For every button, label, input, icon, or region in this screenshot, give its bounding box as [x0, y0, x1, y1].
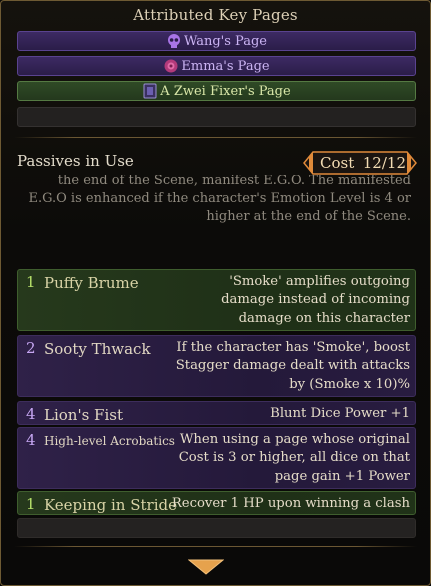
- passive-description: When using a page whose original Cost is…: [178, 432, 410, 484]
- passive-cost: 4: [26, 405, 36, 423]
- passive-empty-slot[interactable]: [17, 518, 416, 538]
- passive-cost: 1: [26, 495, 36, 513]
- passive-description: If the character has 'Smoke', boost Stag…: [175, 340, 410, 392]
- passive-name: High-level Acrobatics: [44, 434, 175, 448]
- skull-icon: [166, 33, 182, 49]
- passive-card-lions-fist[interactable]: 4 Lion's Fist Blunt Dice Power +1: [17, 401, 416, 425]
- passive-card-sooty-thwack[interactable]: 2 Sooty Thwack If the character has 'Smo…: [17, 335, 416, 397]
- passive-cost: 4: [26, 431, 36, 449]
- passive-card-keeping-in-stride[interactable]: 1 Keeping in Stride Recover 1 HP upon wi…: [17, 491, 416, 515]
- passive-name: Sooty Thwack: [44, 340, 151, 358]
- cost-value: 12/12: [362, 154, 406, 172]
- passive-description: Blunt Dice Power +1: [270, 406, 410, 421]
- key-page-label: A Zwei Fixer's Page: [160, 83, 291, 99]
- passive-description: Recover 1 HP upon winning a clash: [171, 496, 410, 511]
- scroll-down-arrow-icon[interactable]: [187, 558, 225, 580]
- rose-icon: [163, 58, 179, 74]
- key-page-wang[interactable]: Wang's Page: [17, 31, 416, 51]
- card-icon: [142, 83, 158, 99]
- section-divider: [14, 137, 417, 138]
- passive-name: Lion's Fist: [44, 406, 123, 424]
- key-page-empty-slot[interactable]: [17, 107, 416, 127]
- passive-card-high-level-acrobatics[interactable]: 4 High-level Acrobatics When using a pag…: [17, 427, 416, 489]
- key-page-zwei-fixer[interactable]: A Zwei Fixer's Page: [17, 81, 416, 101]
- passive-description-overflow: the end of the Scene, manifest E.G.O. Th…: [28, 175, 411, 225]
- passive-cost: 2: [26, 339, 36, 357]
- key-pages-title: Attributed Key Pages: [133, 6, 298, 24]
- passive-list[interactable]: the end of the Scene, manifest E.G.O. Th…: [17, 175, 416, 540]
- passive-description: 'Smoke' amplifies outgoing damage instea…: [221, 274, 410, 326]
- bottom-divider: [14, 546, 417, 547]
- cost-badge: Cost 12/12: [303, 151, 417, 175]
- key-page-label: Wang's Page: [184, 33, 267, 49]
- passive-cost: 1: [26, 273, 36, 291]
- passive-card-puffy-brume[interactable]: 1 Puffy Brume 'Smoke' amplifies outgoing…: [17, 269, 416, 331]
- key-page-emma[interactable]: Emma's Page: [17, 56, 416, 76]
- key-page-label: Emma's Page: [181, 58, 270, 74]
- passive-name: Puffy Brume: [44, 274, 139, 292]
- cost-label: Cost: [320, 154, 355, 172]
